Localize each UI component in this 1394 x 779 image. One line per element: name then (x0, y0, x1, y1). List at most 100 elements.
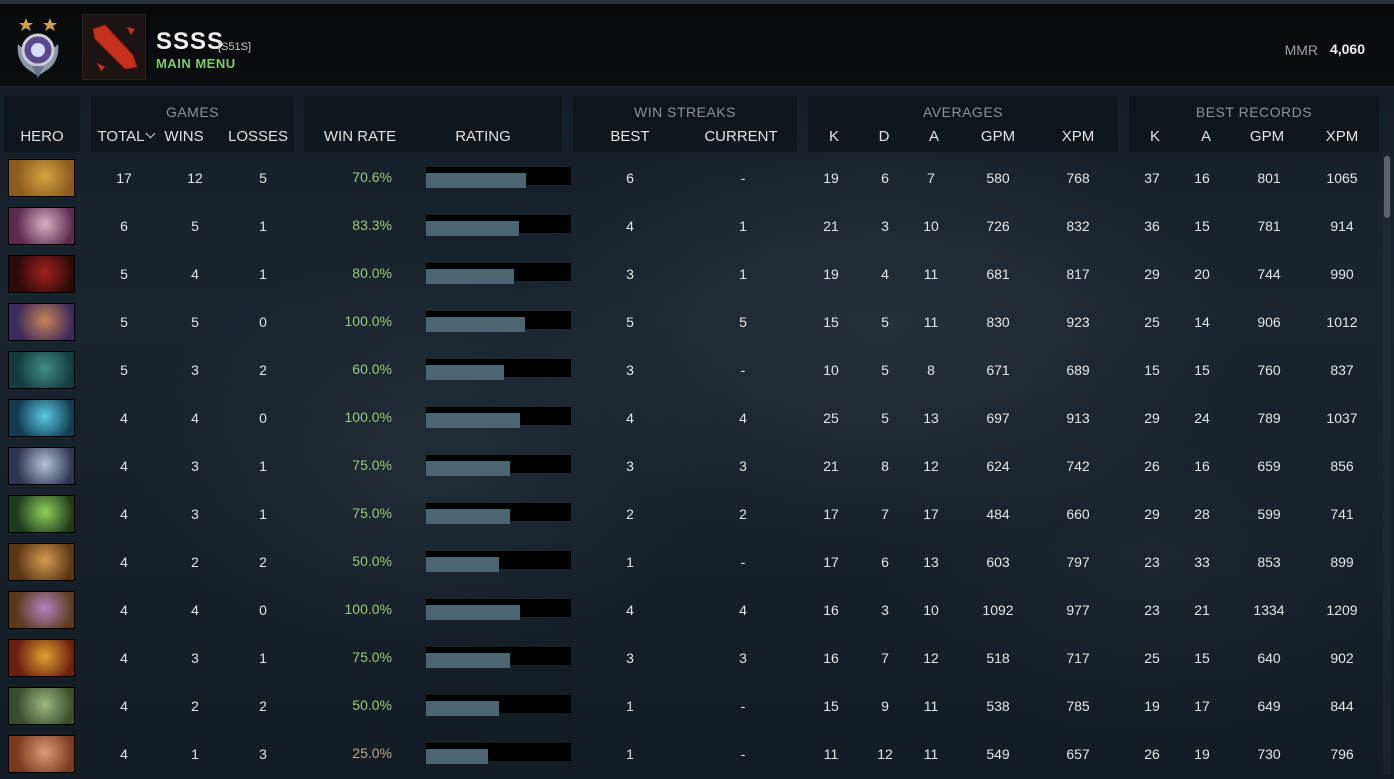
troll-warlord-portrait-icon[interactable] (8, 543, 75, 581)
losses-cell: 3 (259, 746, 267, 762)
win-rate-cell: 100.0% (344, 409, 392, 425)
best-assists-cell: 16 (1194, 170, 1210, 186)
monkey-king-portrait-icon[interactable] (8, 159, 75, 197)
total-games-cell: 4 (120, 698, 128, 714)
column-header-best-xpm[interactable]: XPM (1318, 128, 1366, 145)
rating-bar-fill (426, 221, 519, 236)
column-header-best-gpm[interactable]: GPM (1243, 128, 1291, 145)
scrollbar-thumb[interactable] (1384, 156, 1390, 218)
avg-kills-cell: 16 (823, 602, 839, 618)
best-gpm-cell: 744 (1257, 266, 1281, 282)
best-assists-cell: 28 (1194, 506, 1210, 522)
win-rate-cell: 25.0% (352, 745, 392, 761)
best-gpm-cell: 781 (1257, 218, 1281, 234)
morphling-portrait-icon[interactable] (8, 399, 75, 437)
win-rate-cell: 50.0% (352, 553, 392, 569)
juggernaut-portrait-icon[interactable] (8, 495, 75, 533)
column-header-best-assists[interactable]: A (1188, 128, 1224, 145)
best-xpm-cell: 796 (1330, 746, 1354, 762)
wins-cell: 3 (191, 362, 199, 378)
column-header-avg-deaths[interactable]: D (866, 128, 902, 145)
tiny-portrait-icon[interactable] (8, 687, 75, 725)
column-header-avg-kills[interactable]: K (816, 128, 852, 145)
bristleback-portrait-icon[interactable] (8, 735, 75, 773)
best-xpm-cell: 899 (1330, 554, 1354, 570)
win-rate-cell: 100.0% (344, 601, 392, 617)
table-row[interactable]: 4 3 1 2 2 17 7 17 484 660 29 28 599 741 75.0% (0, 490, 1380, 538)
best-kills-cell: 36 (1144, 218, 1160, 234)
best-gpm-cell: 730 (1257, 746, 1281, 762)
table-scrollbar[interactable] (1383, 154, 1391, 774)
total-games-cell: 17 (116, 170, 132, 186)
win-rate-cell: 75.0% (352, 505, 392, 521)
best-kills-cell: 29 (1144, 506, 1160, 522)
anti-mage-portrait-icon[interactable] (8, 303, 75, 341)
avg-deaths-cell: 5 (881, 362, 889, 378)
avg-gpm-cell: 484 (986, 506, 1010, 522)
best-kills-cell: 23 (1144, 602, 1160, 618)
win-rate-cell: 50.0% (352, 697, 392, 713)
main-menu-link[interactable]: MAIN MENU (156, 56, 236, 71)
best-assists-cell: 33 (1194, 554, 1210, 570)
current-streak-cell: 1 (739, 218, 747, 234)
table-row[interactable]: 4 2 2 1 - 15 9 11 538 785 19 17 649 844 50.0% (0, 682, 1380, 730)
table-row[interactable]: 4 4 0 4 4 16 3 10 1092 977 23 21 1334 1209 100.0% (0, 586, 1380, 634)
templar-assassin-portrait-icon[interactable] (8, 351, 75, 389)
column-header-best-kills[interactable]: K (1137, 128, 1173, 145)
avg-deaths-cell: 9 (881, 698, 889, 714)
total-games-cell: 4 (120, 650, 128, 666)
table-row[interactable]: 5 5 0 5 5 15 5 11 830 923 25 14 906 1012 100.0% (0, 298, 1380, 346)
avg-deaths-cell: 3 (881, 602, 889, 618)
column-header-avg-gpm[interactable]: GPM (974, 128, 1022, 145)
current-streak-cell: 3 (739, 458, 747, 474)
group-title-games: GAMES (165, 104, 220, 120)
mirana-portrait-icon[interactable] (8, 447, 75, 485)
column-header-hero[interactable]: HERO (4, 128, 80, 145)
column-header-avg-xpm[interactable]: XPM (1054, 128, 1102, 145)
column-header-best-streak[interactable]: BEST (598, 128, 662, 145)
ember-spirit-portrait-icon[interactable] (8, 639, 75, 677)
table-row[interactable]: 4 1 3 1 - 11 12 11 549 657 26 19 730 796 25.0% (0, 730, 1380, 778)
best-kills-cell: 29 (1144, 410, 1160, 426)
rating-bar-fill (426, 365, 504, 380)
best-streak-cell: 6 (626, 170, 634, 186)
invoker-portrait-icon[interactable] (8, 207, 75, 245)
rating-bar-fill (426, 269, 514, 284)
table-row[interactable]: 4 2 2 1 - 17 6 13 603 797 23 33 853 899 50.0% (0, 538, 1380, 586)
current-streak-cell: 5 (739, 314, 747, 330)
column-header-current-streak[interactable]: CURRENT (698, 128, 784, 145)
table-row[interactable]: 4 4 0 4 4 25 5 13 697 913 29 24 789 1037 100.0% (0, 394, 1380, 442)
mmr-value: 4,060 (1329, 41, 1365, 57)
best-assists-cell: 15 (1194, 362, 1210, 378)
column-header-total[interactable]: TOTAL (94, 128, 158, 145)
current-streak-cell: - (740, 362, 746, 378)
avg-xpm-cell: 768 (1066, 170, 1090, 186)
table-row[interactable]: 4 3 1 3 3 21 8 12 624 742 26 16 659 856 75.0% (0, 442, 1380, 490)
column-header-wins[interactable]: WINS (158, 128, 210, 145)
alchemist-portrait-icon[interactable] (8, 591, 75, 629)
current-streak-cell: - (740, 746, 746, 762)
avg-kills-cell: 19 (823, 170, 839, 186)
table-row[interactable]: 5 3 2 3 - 10 5 8 671 689 15 15 760 837 60.0% (0, 346, 1380, 394)
avg-kills-cell: 21 (823, 218, 839, 234)
best-streak-cell: 4 (626, 218, 634, 234)
wins-cell: 4 (191, 602, 199, 618)
best-xpm-cell: 1209 (1326, 602, 1358, 618)
column-header-win-rate[interactable]: WIN RATE (318, 128, 402, 145)
avg-assists-cell: 11 (923, 746, 939, 762)
best-xpm-cell: 1065 (1326, 170, 1358, 186)
win-rate-cell: 70.6% (352, 169, 392, 185)
table-row[interactable]: 6 5 1 4 1 21 3 10 726 832 36 15 781 914 83.3% (0, 202, 1380, 250)
table-row[interactable]: 4 3 1 3 3 16 7 12 518 717 25 15 640 902 75.0% (0, 634, 1380, 682)
table-row[interactable]: 17 12 5 6 - 19 6 7 580 768 37 16 801 1065 70.6% (0, 154, 1380, 202)
best-gpm-cell: 789 (1257, 410, 1281, 426)
best-gpm-cell: 659 (1257, 458, 1281, 474)
group-title-averages: AVERAGES (923, 104, 1003, 120)
table-row[interactable]: 5 4 1 3 1 19 4 11 681 817 29 20 744 990 80.0% (0, 250, 1380, 298)
column-header-rating[interactable]: RATING (440, 128, 526, 145)
best-kills-cell: 26 (1144, 746, 1160, 762)
shadow-fiend-portrait-icon[interactable] (8, 255, 75, 293)
current-streak-cell: 4 (739, 602, 747, 618)
column-header-avg-assists[interactable]: A (916, 128, 952, 145)
column-header-losses[interactable]: LOSSES (224, 128, 292, 145)
